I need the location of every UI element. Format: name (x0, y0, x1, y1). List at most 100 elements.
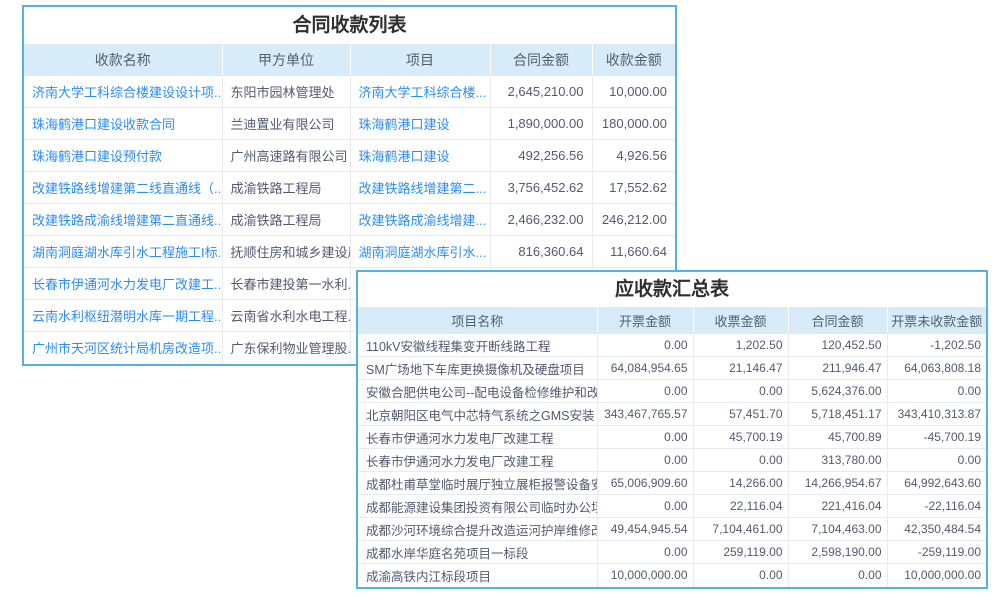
cell: 65,006,909.60 (597, 472, 693, 495)
table-row: 成渝高铁内江标段项目10,000,000.000.000.0010,000,00… (358, 564, 986, 587)
cell: 0.00 (693, 380, 788, 403)
cell: 64,084,954.65 (597, 357, 693, 380)
cell: 长春市建投第一水利... (222, 268, 350, 300)
cell-link[interactable]: 济南大学工科综合楼建设设计项... (24, 76, 222, 108)
cell: 313,780.00 (788, 449, 887, 472)
cell: 42,350,484.54 (887, 518, 986, 541)
cell: 云南省水利水电工程... (222, 300, 350, 332)
cell: 成都沙河环境综合提升改造运河护岸维修改造 (358, 518, 597, 541)
column-header-2: 收票金额 (693, 308, 788, 334)
cell: 5,624,376.00 (788, 380, 887, 403)
table-row: 北京朝阳区电气中芯特气系统之GMS安装343,467,765.5757,451.… (358, 403, 986, 426)
header-row: 收款名称甲方单位项目合同金额收款金额 (24, 45, 675, 76)
table-row: 成都能源建设集团投资有限公司临时办公场所...0.0022,116.04221,… (358, 495, 986, 518)
cell: 0.00 (693, 449, 788, 472)
cell-link[interactable]: 湖南洞庭湖水库引水工程施工I标... (24, 236, 222, 268)
cell: 北京朝阳区电气中芯特气系统之GMS安装 (358, 403, 597, 426)
column-header-3: 合同金额 (788, 308, 887, 334)
cell: 长春市伊通河水力发电厂改建工程 (358, 449, 597, 472)
cell-link[interactable]: 改建铁路线增建第二线直通线（... (24, 172, 222, 204)
cell: 成渝铁路工程局 (222, 204, 350, 236)
cell-link[interactable]: 珠海鹤港口建设收款合同 (24, 108, 222, 140)
cell-link[interactable]: 珠海鹤港口建设 (350, 108, 490, 140)
cell: 2,645,210.00 (490, 76, 592, 108)
cell: 343,410,313.87 (887, 403, 986, 426)
cell-link[interactable]: 珠海鹤港口建设预付款 (24, 140, 222, 172)
column-header-2: 项目 (350, 45, 490, 76)
cell: 成都杜甫草堂临时展厅独立展柜报警设备安装... (358, 472, 597, 495)
cell: 211,946.47 (788, 357, 887, 380)
receivable-table-body: 110kV安徽线程集变开断线路工程0.001,202.50120,452.50-… (358, 334, 986, 587)
cell-link[interactable]: 长春市伊通河水力发电厂改建工... (24, 268, 222, 300)
cell: 21,146.47 (693, 357, 788, 380)
cell: 10,000.00 (592, 76, 675, 108)
cell-link[interactable]: 改建铁路成渝线增建第二直通线... (24, 204, 222, 236)
cell: 成都能源建设集团投资有限公司临时办公场所... (358, 495, 597, 518)
table-row: 济南大学工科综合楼建设设计项...东阳市园林管理处济南大学工科综合楼...2,6… (24, 76, 675, 108)
column-header-0: 项目名称 (358, 308, 597, 334)
cell: 45,700.19 (693, 426, 788, 449)
cell: -45,700.19 (887, 426, 986, 449)
cell: 2,466,232.00 (490, 204, 592, 236)
cell: 成渝铁路工程局 (222, 172, 350, 204)
cell: 兰迪置业有限公司 (222, 108, 350, 140)
page: 合同收款列表 收款名称甲方单位项目合同金额收款金额 济南大学工科综合楼建设设计项… (0, 0, 1000, 600)
column-header-0: 收款名称 (24, 45, 222, 76)
table-row: 成都杜甫草堂临时展厅独立展柜报警设备安装...65,006,909.6014,2… (358, 472, 986, 495)
cell-link[interactable]: 湖南洞庭湖水库引水... (350, 236, 490, 268)
table-row: SM广场地下车库更换摄像机及硬盘项目64,084,954.6521,146.47… (358, 357, 986, 380)
table-row: 成都沙河环境综合提升改造运河护岸维修改造49,454,945.547,104,4… (358, 518, 986, 541)
cell: 120,452.50 (788, 334, 887, 357)
cell: 180,000.00 (592, 108, 675, 140)
column-header-1: 开票金额 (597, 308, 693, 334)
cell: 0.00 (693, 564, 788, 587)
cell: 东阳市园林管理处 (222, 76, 350, 108)
cell: 广东保利物业管理股... (222, 332, 350, 364)
cell: 5,718,451.17 (788, 403, 887, 426)
cell-link[interactable]: 云南水利枢纽潜明水库一期工程... (24, 300, 222, 332)
cell: 0.00 (597, 495, 693, 518)
table-row: 长春市伊通河水力发电厂改建工程0.0045,700.1945,700.89-45… (358, 426, 986, 449)
cell: 246,212.00 (592, 204, 675, 236)
cell: 1,890,000.00 (490, 108, 592, 140)
table-row: 珠海鹤港口建设收款合同兰迪置业有限公司珠海鹤港口建设1,890,000.0018… (24, 108, 675, 140)
cell: SM广场地下车库更换摄像机及硬盘项目 (358, 357, 597, 380)
table-row: 改建铁路成渝线增建第二直通线...成渝铁路工程局改建铁路成渝线增建...2,46… (24, 204, 675, 236)
cell-link[interactable]: 珠海鹤港口建设 (350, 140, 490, 172)
table-row: 110kV安徽线程集变开断线路工程0.001,202.50120,452.50-… (358, 334, 986, 357)
cell: 7,104,461.00 (693, 518, 788, 541)
receivable-summary-panel: 应收款汇总表 项目名称开票金额收票金额合同金额开票未收款金额 110kV安徽线程… (356, 270, 988, 589)
cell: 343,467,765.57 (597, 403, 693, 426)
cell: 49,454,945.54 (597, 518, 693, 541)
cell: 22,116.04 (693, 495, 788, 518)
cell: 0.00 (597, 334, 693, 357)
cell: 10,000,000.00 (887, 564, 986, 587)
cell: 57,451.70 (693, 403, 788, 426)
cell: 11,660.64 (592, 236, 675, 268)
cell: 221,416.04 (788, 495, 887, 518)
cell-link[interactable]: 济南大学工科综合楼... (350, 76, 490, 108)
contract-table-title: 合同收款列表 (24, 7, 675, 44)
cell-link[interactable]: 改建铁路线增建第二... (350, 172, 490, 204)
table-row: 珠海鹤港口建设预付款广州高速路有限公司珠海鹤港口建设492,256.564,92… (24, 140, 675, 172)
cell: 0.00 (597, 380, 693, 403)
cell: -22,116.04 (887, 495, 986, 518)
cell-link[interactable]: 改建铁路成渝线增建... (350, 204, 490, 236)
cell: 2,598,190.00 (788, 541, 887, 564)
cell: 成都水岸华庭名苑项目一标段 (358, 541, 597, 564)
cell: 长春市伊通河水力发电厂改建工程 (358, 426, 597, 449)
column-header-1: 甲方单位 (222, 45, 350, 76)
cell: 64,063,808.18 (887, 357, 986, 380)
column-header-4: 收款金额 (592, 45, 675, 76)
cell: 0.00 (597, 426, 693, 449)
cell: 0.00 (597, 449, 693, 472)
cell: 492,256.56 (490, 140, 592, 172)
cell-link[interactable]: 广州市天河区统计局机房改造项... (24, 332, 222, 364)
cell: 110kV安徽线程集变开断线路工程 (358, 334, 597, 357)
table-row: 安徽合肥供电公司--配电设备检修维护和改造0.000.005,624,376.0… (358, 380, 986, 403)
table-row: 成都水岸华庭名苑项目一标段0.00259,119.002,598,190.00-… (358, 541, 986, 564)
cell: 广州高速路有限公司 (222, 140, 350, 172)
cell: 0.00 (887, 380, 986, 403)
cell: 17,552.62 (592, 172, 675, 204)
receivable-table-title: 应收款汇总表 (358, 272, 986, 307)
